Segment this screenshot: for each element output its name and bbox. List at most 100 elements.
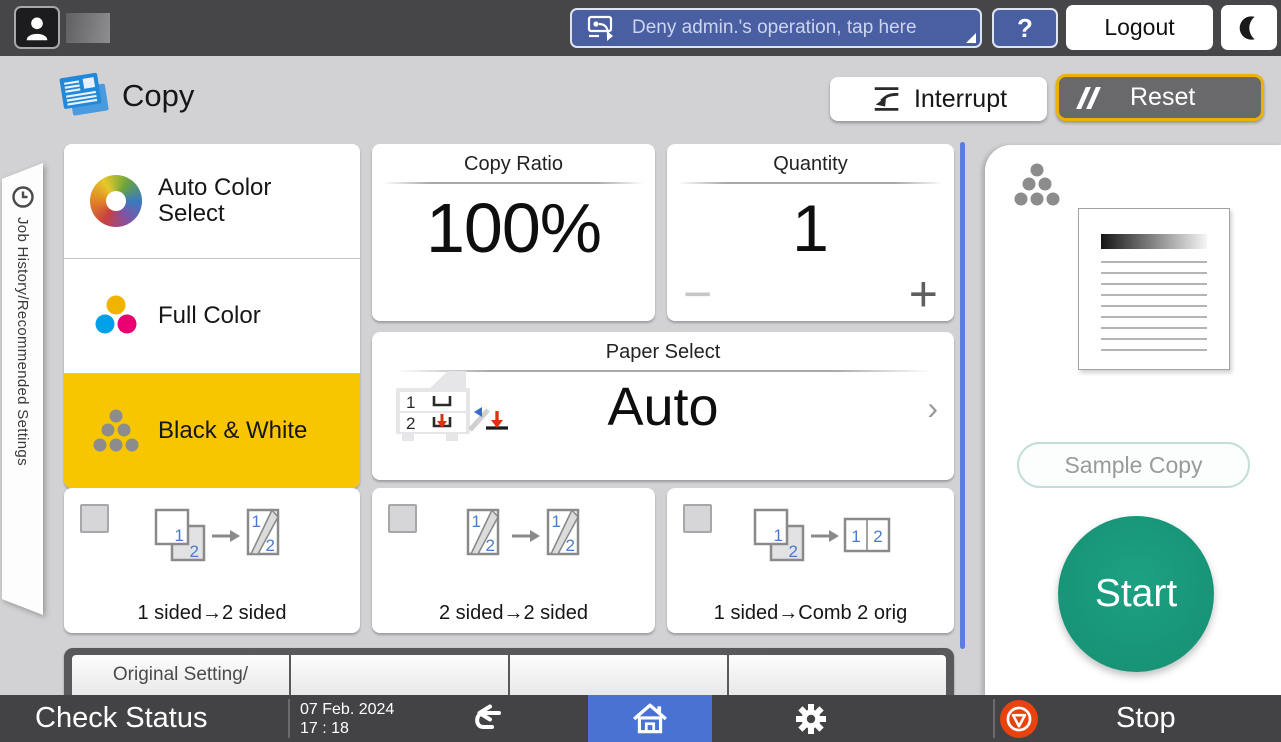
tab-original-setting-label: Original Setting/ (112, 664, 249, 685)
duplex-1-to-2-checkbox[interactable] (80, 504, 109, 533)
admin-notice-label: Deny admin.'s operation, tap here (632, 17, 917, 38)
gear-icon (796, 703, 826, 734)
paper-select-card[interactable]: Paper Select 1 2 Auto › (372, 332, 954, 480)
datetime-display: 07 Feb. 2024 17 : 18 (300, 700, 394, 738)
svg-text:1: 1 (471, 512, 480, 531)
page-title: Copy (122, 78, 195, 113)
combine-2-orig-label: 1 sided→Comb 2 orig (713, 602, 908, 624)
sample-copy-button[interactable]: Sample Copy (1017, 442, 1250, 488)
stop-button[interactable]: Stop (1000, 695, 1260, 742)
date-label: 07 Feb. 2024 (300, 701, 395, 718)
back-button[interactable] (452, 695, 522, 742)
clock-icon (11, 186, 34, 208)
side-tab-wrap: Job History/Recommended Settings (2, 163, 43, 615)
bw-mode-indicator-icon (1014, 163, 1060, 206)
preview-text-lines (1101, 261, 1207, 358)
reset-label: Reset (1130, 83, 1196, 111)
time-label: 17 : 18 (300, 720, 349, 738)
auto-color-label: Auto Color Select (158, 173, 272, 227)
interrupt-icon (874, 87, 899, 111)
black-white-icon (93, 409, 139, 452)
svg-text:2: 2 (873, 527, 882, 546)
job-preview-panel: Sample Copy Start (985, 145, 1281, 695)
combine-2-orig-card[interactable]: 2 1 1 2 1 sided→Comb 2 orig (667, 488, 954, 633)
svg-text:1: 1 (252, 512, 261, 531)
back-arrow-icon (475, 704, 501, 729)
tab-segment-4[interactable] (729, 655, 946, 695)
duplex-1-to-2-card[interactable]: 2 1 1 2 1 sided→2 sided (64, 488, 360, 633)
job-history-tab[interactable]: Job History/Recommended Settings (2, 163, 43, 615)
start-button[interactable]: Start (1058, 516, 1214, 672)
bottom-bar-divider (288, 699, 290, 738)
help-label: ? (1017, 12, 1033, 43)
paper-select-value: Auto (607, 377, 719, 437)
user-icon (26, 17, 48, 40)
copier-touchscreen: Deny admin.'s operation, tap here ? Logo… (0, 0, 1281, 742)
bottom-bar: Check Status 07 Feb. 2024 17 : 18 Stop (0, 695, 1281, 742)
full-color-icon (95, 295, 137, 334)
svg-text:1: 1 (551, 512, 560, 531)
sample-copy-label: Sample Copy (1064, 451, 1203, 478)
color-mode-panel: Auto Color Select Full Color Black & Whi… (64, 144, 360, 488)
document-preview (1078, 208, 1230, 370)
reset-icon (1076, 86, 1101, 109)
duplex-2-to-2-icon: 1 2 1 2 (466, 508, 579, 556)
svg-text:2: 2 (565, 536, 574, 555)
settings-tab-strip: Original Setting/ (64, 648, 954, 695)
status-chip (66, 13, 110, 43)
home-icon (633, 703, 667, 733)
copy-ratio-value: 100% (425, 189, 602, 267)
quantity-card[interactable]: Quantity 1 − + (667, 144, 954, 321)
stop-icon (1000, 699, 1038, 738)
color-mode-full-color[interactable]: Full Color (64, 258, 360, 373)
svg-text:1: 1 (175, 526, 184, 545)
quantity-title: Quantity (667, 153, 954, 184)
remote-operation-icon (587, 15, 613, 41)
home-button[interactable] (588, 695, 712, 742)
quantity-increment-button[interactable]: + (909, 269, 938, 319)
duplex-1-to-2-label: 1 sided→2 sided (137, 602, 287, 624)
tab-original-setting[interactable]: Original Setting/ (72, 655, 289, 695)
vertical-scrollbar[interactable] (960, 142, 965, 649)
energy-saver-button[interactable] (1221, 5, 1277, 50)
svg-text:2: 2 (266, 536, 275, 555)
preview-gradient-bar (1101, 234, 1207, 249)
paper-select-title: Paper Select (372, 341, 954, 372)
admin-notice-banner[interactable]: Deny admin.'s operation, tap here (570, 8, 982, 48)
reset-button[interactable]: Reset (1056, 74, 1264, 121)
auto-color-icon (90, 175, 142, 227)
copy-ratio-card[interactable]: Copy Ratio 100% (372, 144, 655, 321)
duplex-2-to-2-label: 2 sided→2 sided (439, 602, 588, 624)
color-mode-auto[interactable]: Auto Color Select (64, 144, 360, 258)
duplex-2-to-2-card[interactable]: 1 2 1 2 2 sided→2 sided (372, 488, 655, 633)
tab-segment-3[interactable] (510, 655, 727, 695)
quantity-decrement-button[interactable]: − (683, 269, 712, 319)
color-mode-black-white[interactable]: Black & White (64, 373, 360, 488)
check-status-label: Check Status (35, 702, 208, 734)
svg-text:1: 1 (773, 526, 782, 545)
combine-2-orig-icon: 2 1 1 2 (753, 508, 890, 562)
quantity-value: 1 (792, 191, 829, 265)
svg-text:1: 1 (851, 527, 860, 546)
copy-app-icon (59, 72, 109, 116)
stop-label: Stop (1116, 702, 1176, 734)
interrupt-button[interactable]: Interrupt (830, 77, 1047, 121)
duplex-1-to-2-icon: 2 1 1 2 (154, 508, 280, 562)
black-white-label: Black & White (158, 416, 308, 444)
logout-label: Logout (1104, 14, 1175, 40)
tab-segment-2[interactable] (291, 655, 508, 695)
notice-corner-mark (966, 33, 976, 43)
settings-button[interactable] (776, 695, 846, 742)
job-history-tab-label: Job History/Recommended Settings (14, 217, 31, 466)
duplex-2-to-2-checkbox[interactable] (388, 504, 417, 533)
check-status-button[interactable]: Check Status (35, 695, 207, 742)
start-label: Start (1094, 572, 1178, 615)
bottom-bar-divider-2 (993, 699, 995, 738)
combine-2-orig-checkbox[interactable] (683, 504, 712, 533)
help-button[interactable]: ? (992, 8, 1058, 48)
svg-text:2: 2 (190, 542, 199, 561)
user-button[interactable] (14, 6, 60, 49)
top-bar: Deny admin.'s operation, tap here ? Logo… (0, 0, 1281, 56)
svg-text:2: 2 (788, 542, 797, 561)
logout-button[interactable]: Logout (1066, 5, 1213, 50)
